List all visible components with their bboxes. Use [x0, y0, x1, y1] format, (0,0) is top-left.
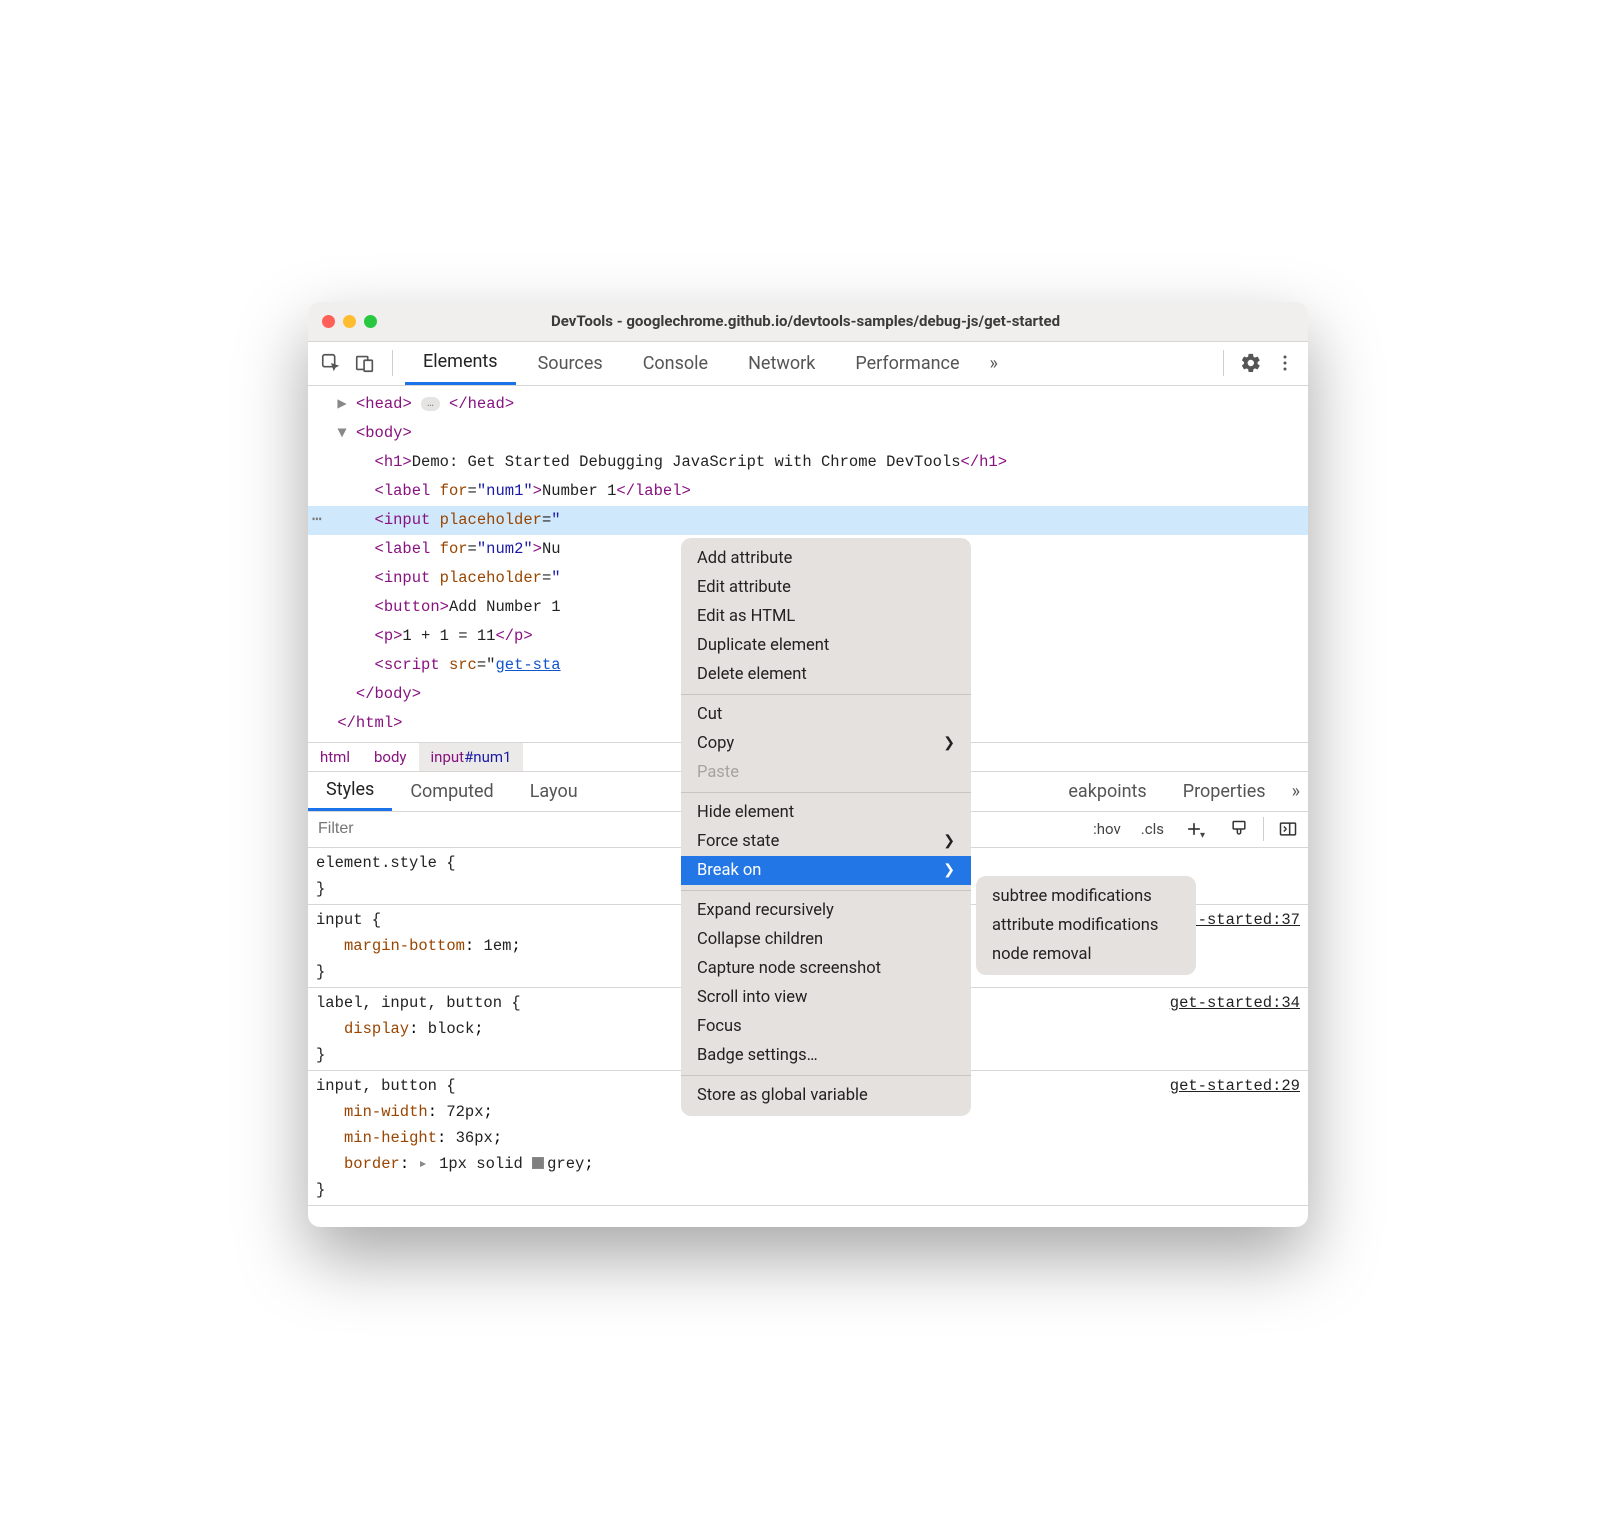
main-toolbar: Elements Sources Console Network Perform…: [308, 342, 1308, 386]
tab-properties[interactable]: Properties: [1165, 772, 1284, 811]
context-menu-item[interactable]: Edit as HTML: [681, 602, 971, 631]
tab-performance[interactable]: Performance: [837, 342, 977, 385]
cls-toggle[interactable]: .cls: [1131, 812, 1174, 847]
context-submenu-item[interactable]: subtree modifications: [976, 882, 1196, 911]
context-submenu-item[interactable]: node removal: [976, 940, 1196, 969]
toggle-panel-icon[interactable]: [1268, 812, 1308, 847]
toolbar-separator: [1223, 350, 1224, 376]
context-menu-item[interactable]: Badge settings…: [681, 1041, 971, 1070]
tab-computed[interactable]: Computed: [392, 772, 511, 811]
dom-node-body[interactable]: ▼ <body>: [308, 419, 1308, 448]
select-element-icon[interactable]: [316, 348, 346, 378]
dom-node-label1[interactable]: <label for="num1">Number 1</label>: [308, 477, 1308, 506]
paint-brush-icon[interactable]: [1219, 812, 1259, 847]
hov-toggle[interactable]: :hov: [1083, 812, 1131, 847]
breadcrumb-html[interactable]: html: [308, 743, 362, 771]
toolbar-separator: [392, 350, 393, 376]
breadcrumb-body[interactable]: body: [362, 743, 419, 771]
context-menu-item[interactable]: Delete element: [681, 660, 971, 689]
tab-network[interactable]: Network: [730, 342, 833, 385]
separator: [1263, 817, 1264, 841]
tab-sources[interactable]: Sources: [520, 342, 621, 385]
window-title: DevTools - googlechrome.github.io/devtoo…: [317, 312, 1294, 330]
devtools-window: DevTools - googlechrome.github.io/devtoo…: [308, 302, 1308, 1227]
context-menu-item[interactable]: Break on❯: [681, 856, 971, 885]
context-menu-item[interactable]: Focus: [681, 1012, 971, 1041]
context-menu-item[interactable]: Edit attribute: [681, 573, 971, 602]
dom-node-head[interactable]: ▶ <head> … </head>: [308, 390, 1308, 419]
styles-tabs-overflow[interactable]: »: [1284, 781, 1308, 802]
context-menu-item[interactable]: Store as global variable: [681, 1081, 971, 1110]
rule-source-link[interactable]: get-started:34: [1170, 990, 1300, 1016]
context-menu-item: Paste: [681, 758, 971, 787]
context-menu-divider: [681, 890, 971, 891]
submenu-arrow-icon: ❯: [943, 833, 955, 849]
color-swatch[interactable]: [532, 1157, 544, 1169]
context-menu-item[interactable]: Expand recursively: [681, 896, 971, 925]
tab-console[interactable]: Console: [625, 342, 726, 385]
context-menu-item[interactable]: Force state❯: [681, 827, 971, 856]
context-menu: Add attributeEdit attributeEdit as HTMLD…: [681, 538, 971, 1116]
context-menu-divider: [681, 792, 971, 793]
new-style-rule-icon[interactable]: ▾: [1174, 812, 1219, 847]
context-menu-item[interactable]: Hide element: [681, 798, 971, 827]
context-menu-item[interactable]: Duplicate element: [681, 631, 971, 660]
breadcrumb-input[interactable]: input#num1: [419, 743, 524, 771]
context-menu-item[interactable]: Scroll into view: [681, 983, 971, 1012]
context-submenu-break-on: subtree modificationsattribute modificat…: [976, 876, 1196, 975]
context-menu-item[interactable]: Capture node screenshot: [681, 954, 971, 983]
context-menu-item[interactable]: Copy❯: [681, 729, 971, 758]
context-menu-item[interactable]: Add attribute: [681, 544, 971, 573]
tab-layout[interactable]: Layou: [512, 772, 596, 811]
rule-close-brace: }: [316, 1177, 1300, 1203]
tab-breakpoints-fragment[interactable]: eakpoints: [1050, 772, 1164, 811]
css-property[interactable]: border: ▸ 1px solid grey;: [316, 1151, 1300, 1177]
submenu-arrow-icon: ❯: [943, 735, 955, 751]
tab-styles[interactable]: Styles: [308, 772, 392, 811]
submenu-arrow-icon: ❯: [943, 862, 955, 878]
context-submenu-item[interactable]: attribute modifications: [976, 911, 1196, 940]
context-menu-divider: [681, 694, 971, 695]
dom-node-input1-selected[interactable]: <input placeholder=": [308, 506, 1308, 535]
context-menu-item[interactable]: Collapse children: [681, 925, 971, 954]
tab-elements[interactable]: Elements: [405, 342, 516, 385]
context-menu-divider: [681, 1075, 971, 1076]
tabs-overflow-button[interactable]: »: [982, 353, 1006, 374]
settings-gear-icon[interactable]: [1236, 348, 1266, 378]
context-menu-item[interactable]: Cut: [681, 700, 971, 729]
rule-source-link[interactable]: get-started:29: [1170, 1073, 1300, 1099]
dom-node-h1[interactable]: <h1>Demo: Get Started Debugging JavaScri…: [308, 448, 1308, 477]
device-toolbar-icon[interactable]: [350, 348, 380, 378]
titlebar: DevTools - googlechrome.github.io/devtoo…: [308, 302, 1308, 342]
kebab-menu-icon[interactable]: [1270, 348, 1300, 378]
css-property[interactable]: min-height: 36px;: [316, 1125, 1300, 1151]
